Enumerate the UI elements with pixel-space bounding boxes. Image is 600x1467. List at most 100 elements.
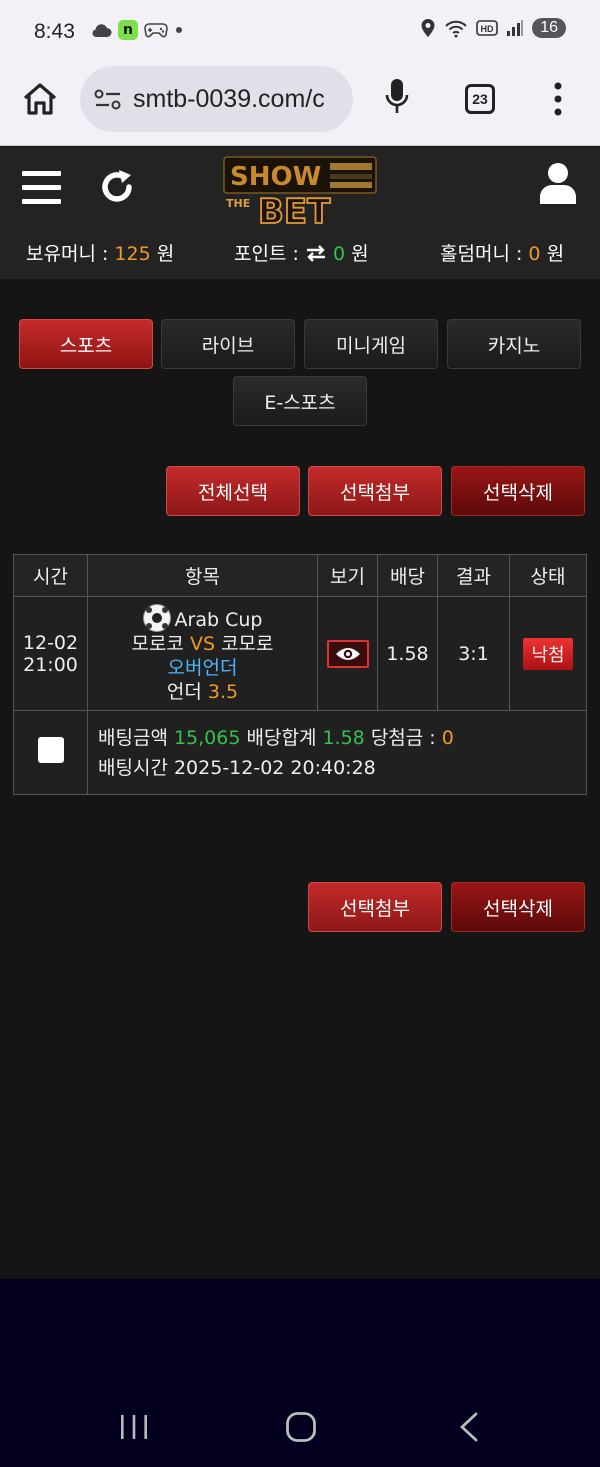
header-result: 결과 (437, 554, 510, 597)
match-line: 모로코 VS 코모로 (88, 632, 317, 656)
delete-selected-button[interactable]: 선택삭제 (451, 466, 585, 516)
status-left-icons: n (90, 20, 184, 40)
league-line: Arab Cup (88, 603, 317, 632)
back-nav-icon[interactable] (458, 1411, 480, 1443)
table-row: 12-02 21:00 Arab Cup 모로코 VS 코모로 오버언더 언더 … (13, 596, 587, 711)
select-checkbox[interactable] (37, 737, 64, 763)
away-team: 코모로 (221, 632, 274, 655)
status-bar: 8:43 n HD 16 (0, 0, 600, 64)
money-unit: 원 (156, 243, 175, 265)
header-status: 상태 (509, 554, 587, 597)
location-icon (421, 19, 435, 37)
header-time: 시간 (13, 554, 88, 597)
bet-item-cell: Arab Cup 모로코 VS 코모로 오버언더 언더 3.5 (87, 596, 318, 711)
holdem-unit: 원 (546, 243, 565, 265)
recent-apps-icon[interactable] (119, 1413, 149, 1441)
vs-label: VS (189, 632, 216, 655)
cloud-icon (92, 24, 112, 37)
tab-minigame[interactable]: 미니게임 (304, 319, 438, 369)
more-options-icon[interactable] (552, 81, 564, 117)
bet-datetime-cell: 12-02 21:00 (13, 596, 88, 711)
eye-icon (335, 647, 360, 660)
point-value: 0 (332, 243, 346, 265)
home-nav-icon[interactable] (285, 1411, 317, 1443)
view-details-button[interactable] (326, 639, 369, 668)
logo-graphic: SHOW THE BET (223, 156, 377, 233)
user-icon[interactable] (538, 161, 578, 205)
select-cell (13, 710, 88, 795)
site-settings-icon[interactable] (94, 88, 122, 112)
odds-total-label: 배당합계 (246, 726, 317, 749)
tab-switcher-button[interactable]: 23 (465, 84, 495, 114)
microphone-icon[interactable] (385, 78, 409, 116)
status-time: 8:43 (34, 20, 75, 43)
bet-amount-label: 배팅금액 (98, 726, 168, 749)
system-nav-bar (0, 1279, 600, 1467)
money-label: 보유머니 : (26, 243, 109, 265)
logo-text-mid: THE (226, 197, 250, 210)
table-detail-row: 배팅금액 15,065 배당합계 1.58 당첨금 : 0 배팅시간 2025-… (13, 710, 587, 795)
pick-line: 언더 3.5 (88, 680, 317, 704)
table-header-row: 시간 항목 보기 배당 결과 상태 (13, 554, 587, 597)
wifi-icon (445, 20, 467, 38)
bet-time: 21:00 (23, 653, 78, 676)
result-cell: 3:1 (437, 596, 510, 711)
pick-label: 언더 (166, 680, 202, 703)
logo-text-bottom: BET (258, 192, 331, 225)
signal-icon (507, 20, 524, 36)
league-name: Arab Cup (174, 608, 263, 631)
point-balance: 포인트 : 0 원 (234, 239, 369, 266)
tab-esports[interactable]: E-스포츠 (233, 376, 367, 426)
market-type: 오버언더 (167, 656, 238, 679)
refresh-icon[interactable] (99, 169, 135, 205)
bet-time-value: 2025-12-02 20:40:28 (173, 756, 376, 779)
attach-selected-button[interactable]: 선택첨부 (308, 466, 442, 516)
header-odds: 배당 (377, 554, 438, 597)
status-badge: 낙첨 (523, 637, 573, 670)
site-logo[interactable]: SHOW THE BET (222, 155, 378, 233)
holdem-label: 홀덤머니 : (440, 243, 523, 265)
money-value: 125 (114, 243, 151, 265)
hd-icon: HD (476, 20, 499, 36)
notification-count: 16 (532, 18, 566, 38)
bet-amount-value: 15,065 (173, 726, 241, 749)
url-text: smtb-0039.com/c (133, 85, 325, 113)
browser-toolbar: smtb-0039.com/c 23 (0, 64, 600, 146)
status-cell: 낙첨 (509, 596, 587, 711)
delete-selected-button-bottom[interactable]: 선택삭제 (451, 882, 585, 932)
point-unit: 원 (351, 243, 369, 265)
odds-total-value: 1.58 (322, 726, 365, 749)
bet-summary-line: 배팅금액 15,065 배당합계 1.58 당첨금 : 0 (98, 723, 586, 753)
tab-sports[interactable]: 스포츠 (19, 319, 153, 369)
bet-detail-cell: 배팅금액 15,065 배당합계 1.58 당첨금 : 0 배팅시간 2025-… (87, 710, 587, 795)
header-view: 보기 (317, 554, 378, 597)
address-bar[interactable]: smtb-0039.com/c (80, 66, 353, 132)
bet-time-line: 배팅시간 2025-12-02 20:40:28 (98, 753, 586, 783)
select-all-button[interactable]: 전체선택 (166, 466, 300, 516)
home-team: 모로코 (131, 632, 184, 655)
point-label: 포인트 : (234, 243, 299, 265)
bet-date: 12-02 (22, 631, 79, 654)
bet-history-table: 시간 항목 보기 배당 결과 상태 12-02 21:00 Arab Cup 모… (13, 554, 587, 795)
holdem-value: 0 (528, 243, 541, 265)
win-amount-value: 0 (441, 726, 454, 749)
pick-value: 3.5 (207, 680, 239, 703)
bet-time-label: 배팅시간 (98, 756, 168, 779)
holdem-balance: 홀덤머니 : 0 원 (440, 239, 564, 266)
menu-icon[interactable] (22, 169, 62, 205)
money-balance: 보유머니 : 125 원 (26, 239, 174, 266)
exchange-arrows-icon[interactable] (305, 244, 327, 262)
n-app-icon: n (118, 20, 138, 40)
logo-text-top: SHOW (230, 162, 321, 192)
home-icon[interactable] (22, 82, 58, 116)
header-item: 항목 (87, 554, 318, 597)
gamepad-icon (144, 23, 168, 38)
dot-icon (176, 27, 182, 33)
svg-text:HD: HD (481, 24, 494, 34)
site-header: SHOW THE BET 보유머니 : 125 원 포인트 : 0 원 홀덤머니… (0, 147, 600, 279)
attach-selected-button-bottom[interactable]: 선택첨부 (308, 882, 442, 932)
status-right-icons: HD 16 (420, 18, 566, 38)
tab-casino[interactable]: 카지노 (447, 319, 581, 369)
wallet-bar: 보유머니 : 125 원 포인트 : 0 원 홀덤머니 : 0 원 (0, 237, 600, 267)
tab-live[interactable]: 라이브 (161, 319, 295, 369)
